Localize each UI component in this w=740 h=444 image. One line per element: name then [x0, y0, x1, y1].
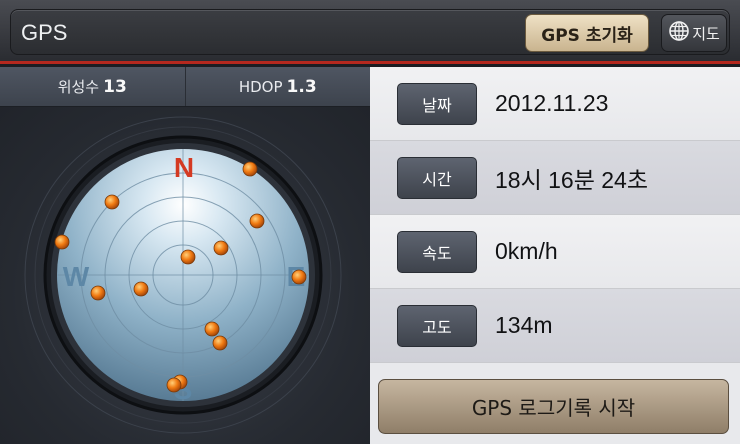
satellite-dot	[104, 194, 120, 210]
altitude-value: 134m	[495, 312, 553, 338]
hdop: HDOP 1.3	[184, 67, 371, 106]
map-button-label: 지도	[692, 24, 720, 43]
satellite-count: 위성수 13	[0, 67, 185, 106]
altitude-label: 고도	[397, 304, 477, 347]
satellite-dot	[166, 377, 182, 393]
satellite-dot	[90, 285, 106, 301]
page-title: GPS	[21, 20, 68, 45]
satellite-panel: 위성수 13 HDOP 1.3 N S W	[0, 67, 370, 444]
gps-reset-button[interactable]: GPS 초기화	[525, 14, 649, 52]
date-value: 2012.11.23	[495, 90, 609, 116]
hdop-label: HDOP	[238, 77, 283, 96]
satellite-dot	[242, 161, 258, 177]
satellite-dot	[213, 240, 229, 256]
satellite-count-value: 13	[103, 76, 127, 97]
altitude-row: 고도 134m	[370, 289, 740, 363]
satellite-dot	[204, 321, 220, 337]
date-label: 날짜	[397, 82, 477, 125]
time-row: 시간 18시 16분 24초	[370, 141, 740, 215]
top-bar: GPS GPS 초기화 지도	[0, 0, 740, 64]
satellite-dot	[180, 249, 196, 265]
time-value: 18시 16분 24초	[495, 166, 649, 193]
stats-bar: 위성수 13 HDOP 1.3	[0, 67, 370, 107]
hdop-value: 1.3	[286, 76, 317, 97]
map-button[interactable]: 지도	[661, 14, 727, 52]
start-log-button[interactable]: GPS 로그기록 시작	[378, 379, 729, 434]
satellite-dot	[212, 335, 228, 351]
satellite-count-label: 위성수	[57, 78, 100, 96]
compass-north: N	[174, 152, 194, 183]
globe-icon	[668, 20, 690, 46]
satellite-dot	[291, 269, 307, 285]
satellite-dot	[133, 281, 149, 297]
sky-view: N E S W	[0, 107, 370, 444]
compass-west: W	[63, 261, 90, 292]
speed-value: 0km/h	[495, 238, 558, 264]
satellite-dot	[249, 213, 265, 229]
sky-radar: N E S W	[24, 116, 342, 434]
time-label: 시간	[397, 156, 477, 199]
title-bar: GPS GPS 초기화 지도	[10, 9, 730, 55]
date-row: 날짜 2012.11.23	[370, 67, 740, 141]
satellite-dot	[54, 234, 70, 250]
speed-row: 속도 0km/h	[370, 215, 740, 289]
speed-label: 속도	[397, 230, 477, 273]
info-panel: 날짜 2012.11.23 시간 18시 16분 24초 속도 0km/h 고도…	[370, 67, 740, 444]
